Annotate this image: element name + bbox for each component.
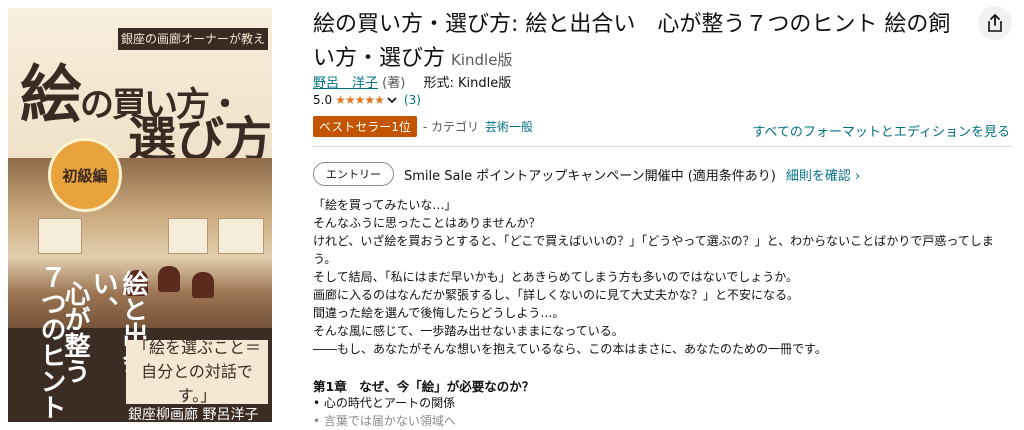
bestseller-badge[interactable]: ベストセラー1位	[313, 116, 417, 137]
product-format-label: Kindle版	[451, 51, 513, 69]
entry-button[interactable]: エントリー	[313, 162, 394, 186]
author-link[interactable]: 野呂 洋子	[313, 76, 378, 91]
description-line: けれど、いざ絵を買おうとすると、「どこで買えばいいの？」「どうやって選ぶの？」と…	[313, 234, 994, 266]
product-title: 絵の買い方・選び方: 絵と出合い 心が整う７つのヒント 絵の飼い方・選び方 Kin…	[313, 8, 963, 77]
cover-painting	[38, 218, 82, 254]
cover-painting	[168, 218, 208, 254]
description-line: 間違った絵を選んで後悔したらどうしよう…。	[313, 306, 565, 320]
cover-chair	[192, 272, 214, 298]
category-link[interactable]: 芸術一般	[485, 118, 533, 135]
product-title-text: 絵の買い方・選び方: 絵と出合い 心が整う７つのヒント 絵の飼い方・選び方	[313, 12, 951, 71]
all-formats-link[interactable]: すべてのフォーマットとエディションを見る	[752, 121, 1010, 140]
star-rating-icon[interactable]: ★★★★★	[335, 93, 385, 107]
byline: 野呂 洋子 (著) 形式: Kindle版	[313, 72, 511, 91]
description-line: 画廊に入るのはなんだか緊張するし、「詳しくないのに見て大丈夫かな？」と不安になる…	[313, 288, 800, 302]
description-line: 「絵を買ってみたいな…」	[313, 198, 457, 212]
chapter-bullets: 心の時代とアートの関係 言葉では届かない領域へ	[313, 394, 456, 430]
bestseller-row: ベストセラー1位 - カテゴリ 芸術一般	[313, 116, 533, 137]
book-description: 「絵を買ってみたいな…」 そんなふうに思ったことはありませんか？ けれど、いざ絵…	[313, 196, 1013, 358]
cover-chair	[158, 266, 180, 292]
author-role: (著)	[382, 76, 406, 91]
cover-author: 銀座柳画廊 野呂洋子	[128, 407, 259, 422]
description-line: ――もし、あなたがそんな想いを抱えているなら、この本はまさに、あなたのための一冊…	[313, 342, 827, 356]
cover-title-big: 絵	[20, 58, 82, 131]
chapter-heading: 第1章 なぜ、今「絵」が必要なのか？	[313, 379, 535, 394]
rating-value: 5.0	[313, 93, 333, 107]
description-line: そして結局、「私にはまだ早いかも」とあきらめてしまう方も多いのではないでしょうか…	[313, 270, 799, 284]
description-line: そんなふうに思ったことはありませんか？	[313, 216, 541, 230]
format-prefix: 形式:	[423, 76, 454, 91]
promo-details-link[interactable]: 細則を確認 ›	[786, 165, 860, 184]
cover-quote: 「絵を選ぶこと＝自分との対話です。」	[126, 338, 268, 405]
promo-row: エントリー Smile Sale ポイントアップキャンペーン開催中 (適用条件あ…	[313, 162, 860, 186]
list-item: 言葉では届かない領域へ	[313, 412, 456, 430]
chevron-down-icon[interactable]	[387, 96, 397, 104]
format-value: Kindle版	[457, 76, 512, 91]
cover-level-badge: 初級編	[48, 138, 122, 212]
book-cover-image[interactable]: 銀座の画廊オーナーが教える 絵の買い方・ 選び方 初級編 ７つのヒント 心が整う…	[8, 8, 272, 422]
promo-text: Smile Sale ポイントアップキャンペーン開催中 (適用条件あり)	[404, 168, 776, 184]
cover-vertical-text-mid: 心が整う	[60, 280, 90, 384]
share-icon	[988, 14, 1002, 32]
description-line: そんな風に感じて、一歩踏み出せないままになっている。	[313, 324, 624, 338]
category-prefix: - カテゴリ	[422, 120, 480, 134]
share-button[interactable]	[978, 6, 1012, 40]
list-item: 心の時代とアートの関係	[313, 394, 456, 412]
cover-painting	[218, 218, 264, 254]
rating-count-link[interactable]: (3)	[404, 93, 421, 107]
section-divider	[313, 146, 1012, 147]
rating-row: 5.0 ★★★★★ (3)	[313, 93, 421, 107]
